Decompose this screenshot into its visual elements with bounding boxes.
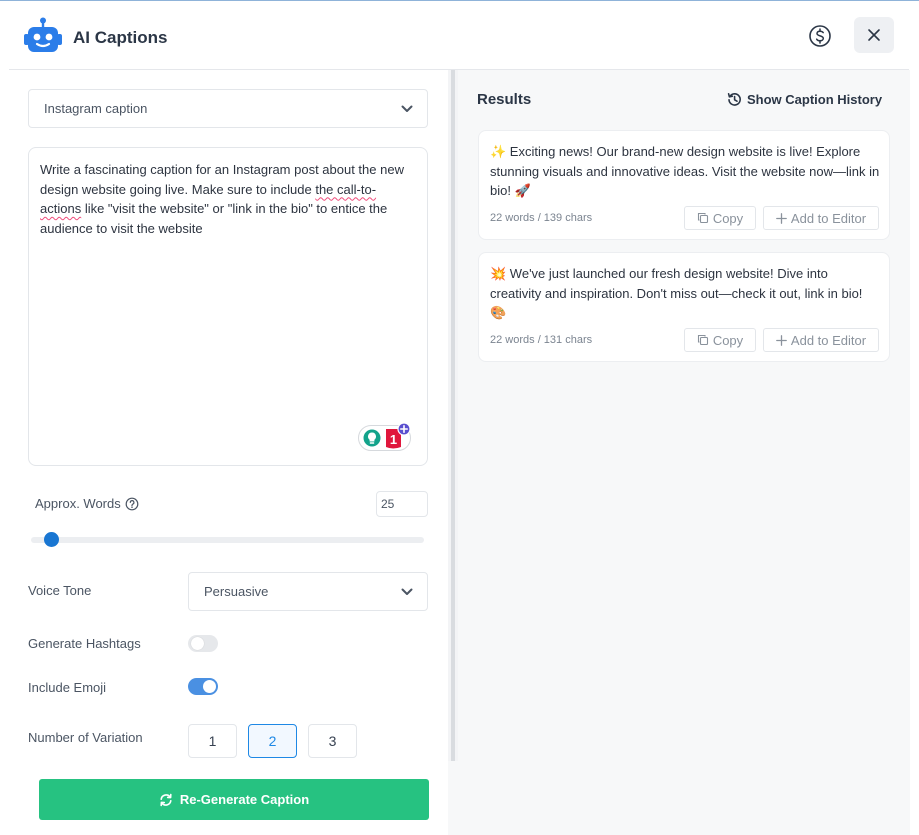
prompt-text-part: like "visit the website" or "link in the… [40,201,388,236]
number-of-variation-label: Number of Variation [28,730,143,745]
voice-tone-value: Persuasive [204,584,269,599]
pane-gap [448,761,458,835]
close-icon [868,29,880,41]
approx-words-slider[interactable] [31,537,424,543]
history-icon [727,93,741,106]
header: AI Captions [9,1,909,70]
grammar-issue-count: 1 [390,432,397,447]
toggle-knob [191,637,204,650]
caption-result-stats: 22 words / 131 chars [490,334,593,346]
caption-type-value: Instagram caption [44,101,148,116]
voice-tone-label: Voice Tone [28,583,92,598]
approx-words-input[interactable]: 25 [376,491,428,517]
chevron-down-icon [401,105,413,112]
variation-option-1[interactable]: 1 [188,724,237,758]
add-to-editor-label: Add to Editor [790,332,867,348]
voice-tone-select[interactable]: Persuasive [188,572,428,611]
toggle-knob [203,680,216,693]
add-to-editor-label: Add to Editor [790,210,867,226]
copy-label: Copy [712,210,744,226]
copy-label: Copy [712,332,744,348]
regenerate-caption-button[interactable]: Re-Generate Caption [39,779,429,820]
copy-icon [697,334,708,346]
copy-button[interactable]: Copy [684,328,756,352]
include-emoji-label: Include Emoji [28,680,107,695]
variation-option-3[interactable]: 3 [308,724,357,758]
robot-logo-icon [24,17,62,52]
regenerate-caption-label: Re-Generate Caption [179,792,310,807]
pane-splitter-handle[interactable] [451,70,455,761]
results-title: Results [477,91,532,108]
generate-hashtags-label: Generate Hashtags [28,636,141,651]
show-caption-history-label: Show Caption History [747,92,883,107]
close-button[interactable] [854,17,894,53]
caption-result-card: ✨ Exciting news! Our brand-new design we… [478,130,890,240]
grammar-assistant-badge[interactable]: 1 [358,422,412,452]
add-to-editor-button[interactable]: Add to Editor [763,328,879,352]
caption-result-text: 💥 We've just launched our fresh design w… [490,266,863,320]
results-panel: Results Show Caption History ✨ Exciting … [458,70,910,835]
help-icon[interactable] [125,497,139,511]
caption-result-card: 💥 We've just launched our fresh design w… [478,252,890,362]
approx-words-label: Approx. Words [35,496,139,511]
refresh-icon [160,793,172,806]
variation-option-2[interactable]: 2 [248,724,297,758]
include-emoji-toggle[interactable] [188,678,218,695]
approx-words-slider-handle[interactable] [44,532,59,547]
plus-icon [776,334,787,346]
caption-result-stats: 22 words / 139 chars [490,212,593,224]
add-to-editor-button[interactable]: Add to Editor [763,206,879,230]
chevron-down-icon [401,588,413,595]
generate-hashtags-toggle[interactable] [188,635,218,652]
credits-dollar-icon[interactable] [807,23,833,49]
caption-settings-panel: Instagram caption Write a fascinating ca… [9,70,448,835]
caption-type-select[interactable]: Instagram caption [28,89,428,128]
plus-icon [776,212,787,224]
pane-splitter[interactable] [448,70,458,761]
caption-result-text: ✨ Exciting news! Our brand-new design we… [490,144,880,198]
show-caption-history-button[interactable]: Show Caption History [727,92,882,107]
copy-icon [697,212,708,224]
app-title: AI Captions [73,28,168,47]
prompt-textarea[interactable]: Write a fascinating caption for an Insta… [28,147,428,466]
copy-button[interactable]: Copy [684,206,756,230]
